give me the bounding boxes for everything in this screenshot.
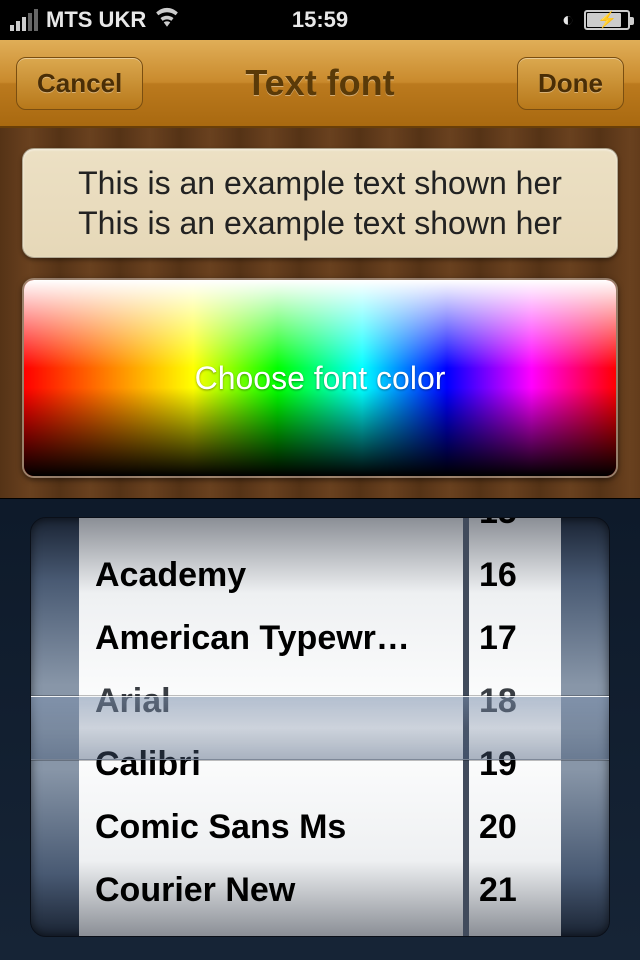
status-left: MTS UKR <box>10 7 292 33</box>
font-name-wheel[interactable]: Academy American Typewr… Arial Calibri C… <box>79 518 469 936</box>
font-color-picker[interactable]: Choose font color <box>22 278 618 478</box>
font-option[interactable]: Academy <box>79 544 463 607</box>
picker-frame: Academy American Typewr… Arial Calibri C… <box>30 517 610 937</box>
font-picker-container: Academy American Typewr… Arial Calibri C… <box>0 498 640 960</box>
example-line-1: This is an example text shown her <box>33 163 607 203</box>
signal-icon <box>10 9 38 31</box>
font-option[interactable]: Calibri <box>79 733 463 796</box>
status-right: ◐ ⚡ <box>348 9 630 32</box>
battery-charging-icon: ⚡ <box>584 10 630 30</box>
example-text-panel: This is an example text shown her This i… <box>22 148 618 258</box>
example-line-2: This is an example text shown her <box>33 203 607 243</box>
font-option-selected[interactable]: Arial <box>79 670 463 733</box>
font-option[interactable]: American Typewr… <box>79 607 463 670</box>
content-area: This is an example text shown her This i… <box>0 128 640 960</box>
nav-bar: Cancel Text font Done <box>0 40 640 128</box>
size-option[interactable]: 15 <box>469 518 561 544</box>
size-option-selected[interactable]: 18 <box>469 670 561 733</box>
size-option[interactable]: 19 <box>469 733 561 796</box>
font-option[interactable]: Comic Sans Ms <box>79 796 463 859</box>
clock: 15:59 <box>292 7 348 33</box>
color-picker-label: Choose font color <box>195 360 446 397</box>
wifi-icon <box>154 7 180 33</box>
size-option[interactable]: 20 <box>469 796 561 859</box>
cancel-button[interactable]: Cancel <box>16 57 143 110</box>
size-option[interactable]: 17 <box>469 607 561 670</box>
font-size-wheel[interactable]: 15 16 17 18 19 20 21 <box>469 518 561 936</box>
carrier-label: MTS UKR <box>46 7 146 33</box>
status-bar: MTS UKR 15:59 ◐ ⚡ <box>0 0 640 40</box>
alarm-icon: ◐ <box>562 9 574 32</box>
font-option[interactable] <box>79 518 463 544</box>
size-option[interactable]: 21 <box>469 859 561 922</box>
done-button[interactable]: Done <box>517 57 624 110</box>
font-option[interactable]: Courier New <box>79 859 463 922</box>
size-option[interactable]: 16 <box>469 544 561 607</box>
